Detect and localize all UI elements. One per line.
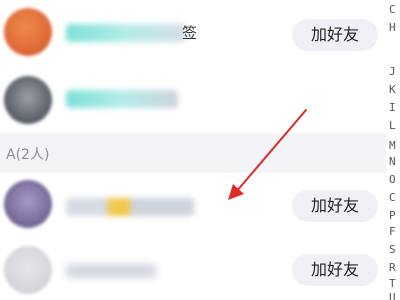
contact-name-blurred: [66, 90, 178, 108]
avatar: [4, 76, 52, 124]
add-friend-button[interactable]: 加好友: [292, 190, 378, 222]
contact-list-screen: 签 加好友 A(2人) 加好友 加好友 C H J K I L M N O C …: [0, 0, 400, 300]
index-letter[interactable]: F: [389, 226, 400, 238]
index-letter[interactable]: P: [389, 210, 400, 222]
avatar: [4, 180, 52, 228]
index-letter[interactable]: S: [389, 244, 400, 256]
contact-row[interactable]: 签 加好友: [0, 2, 386, 64]
index-letter[interactable]: N: [389, 156, 400, 168]
index-letter[interactable]: C: [389, 192, 400, 204]
avatar: [4, 246, 52, 294]
contact-row[interactable]: 加好友: [0, 236, 386, 298]
add-friend-button[interactable]: 加好友: [292, 254, 378, 286]
contact-row[interactable]: [0, 68, 386, 130]
contact-name-blurred: [66, 24, 186, 42]
contact-name-blurred: [66, 264, 156, 278]
contact-row[interactable]: 加好友: [0, 174, 386, 236]
section-header: A(2人): [0, 133, 386, 173]
index-letter[interactable]: I: [389, 102, 400, 114]
index-letter[interactable]: U: [389, 292, 400, 300]
index-letter[interactable]: J: [389, 66, 400, 78]
name-trailing-char: 签: [182, 24, 198, 42]
index-letter[interactable]: C: [389, 4, 400, 16]
index-letter[interactable]: H: [389, 22, 400, 34]
index-letter[interactable]: O: [389, 174, 400, 186]
avatar: [4, 8, 52, 56]
contact-name-blurred: [66, 198, 194, 216]
index-letter[interactable]: L: [389, 120, 400, 132]
add-friend-button[interactable]: 加好友: [292, 19, 378, 51]
section-label: A(2人): [6, 147, 50, 163]
index-letter[interactable]: R: [389, 262, 400, 274]
alphabet-index-bar[interactable]: C H J K I L M N O C P F S R T U: [388, 0, 400, 300]
index-letter[interactable]: K: [389, 84, 400, 96]
index-letter[interactable]: M: [389, 140, 400, 152]
index-letter[interactable]: T: [389, 278, 400, 290]
